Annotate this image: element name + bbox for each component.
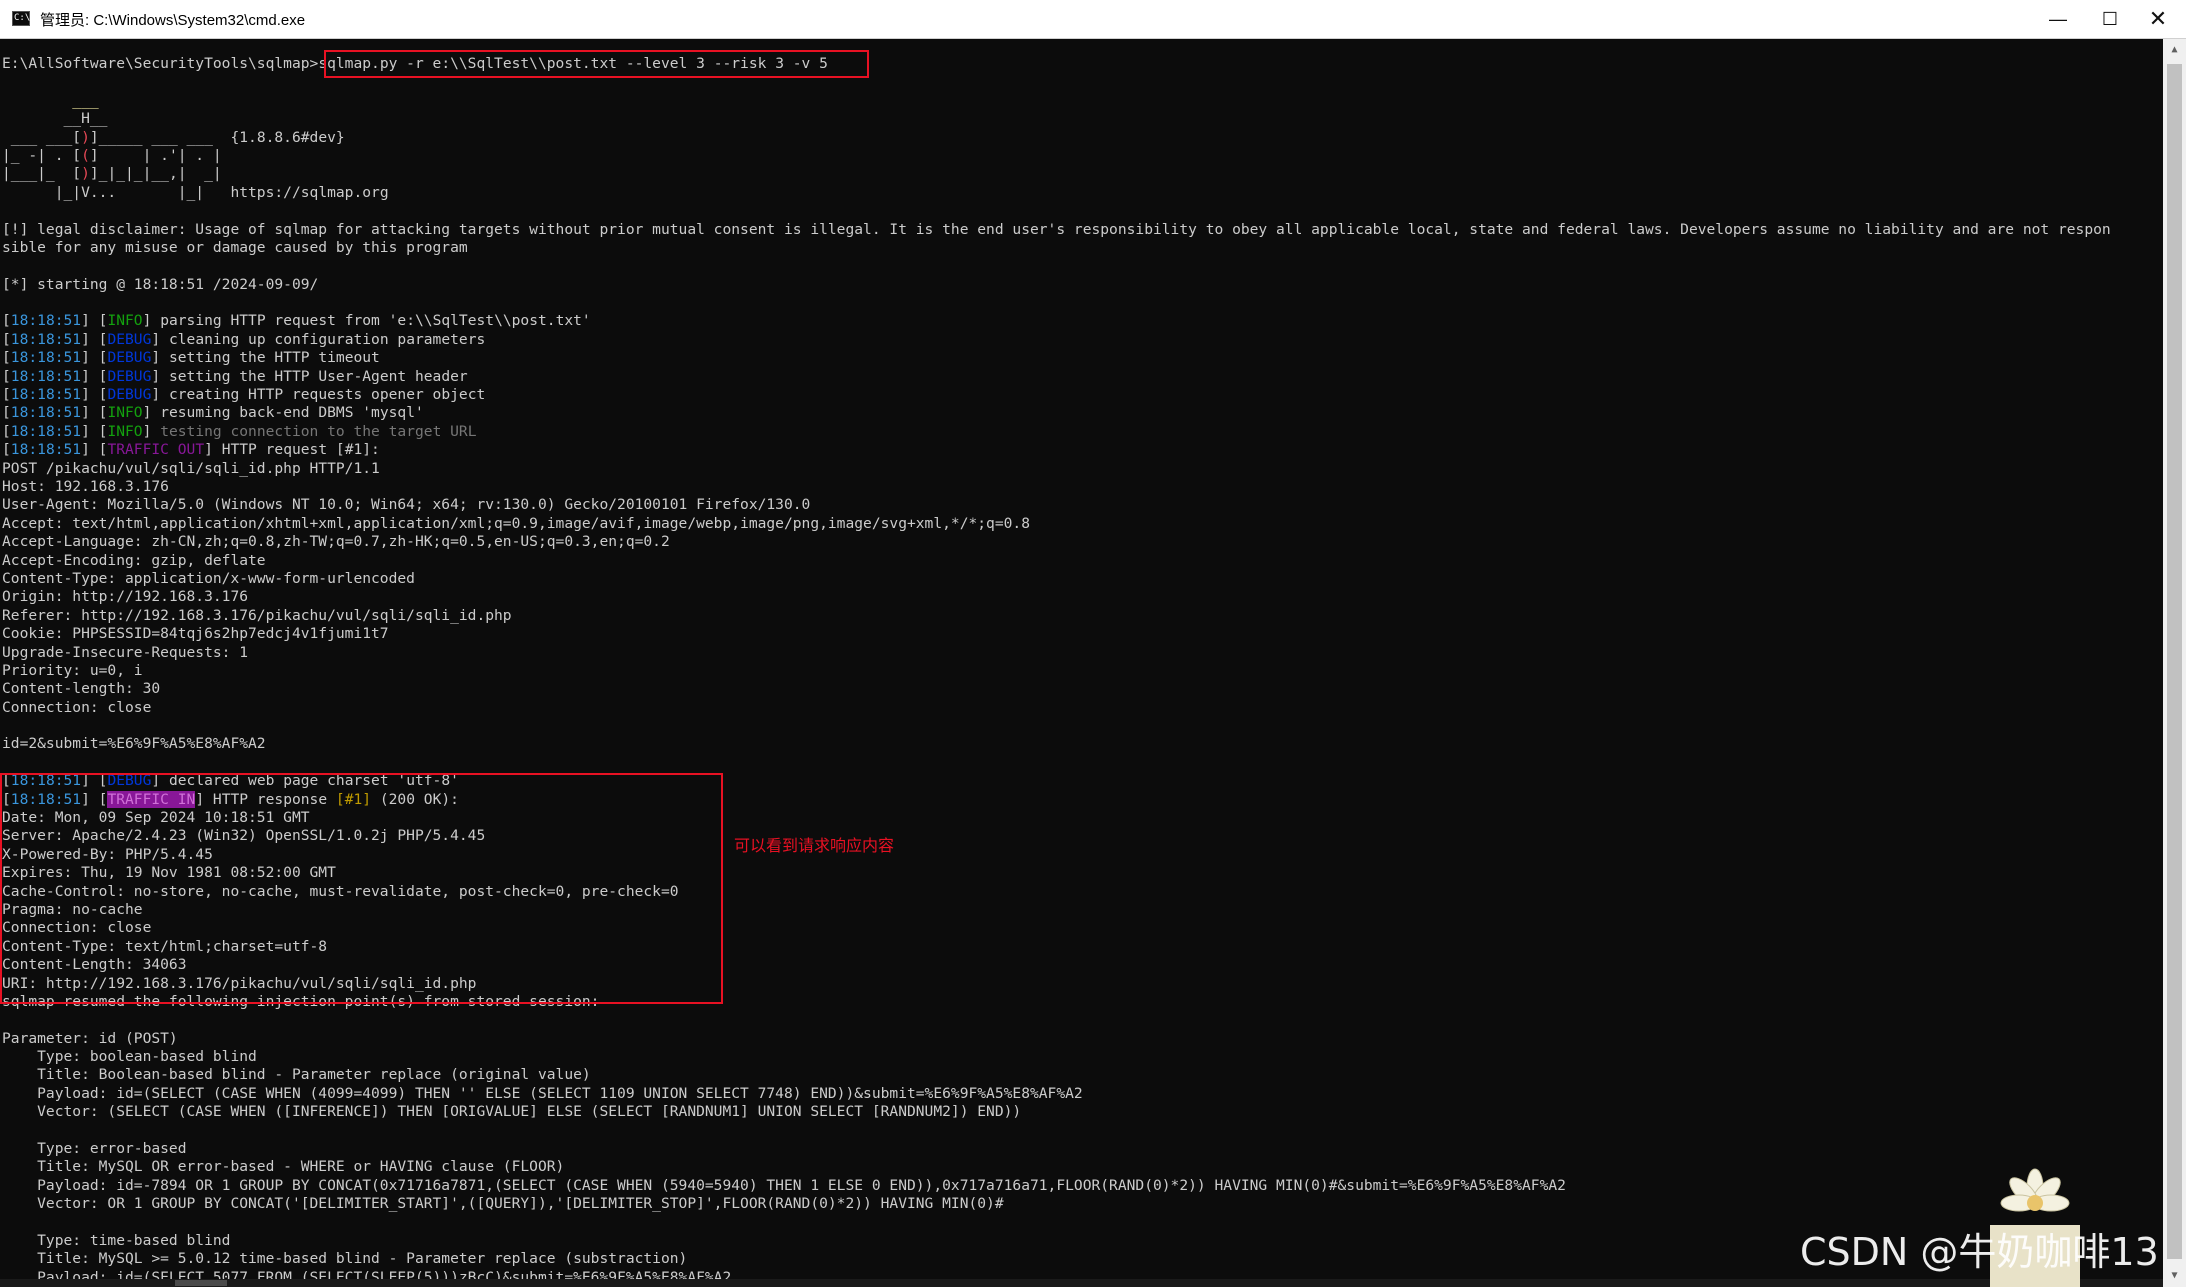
log-message: resuming back-end DBMS 'mysql' xyxy=(151,404,424,422)
log-level: DEBUG xyxy=(107,330,152,348)
request-line: Content-Type: application/x-www-form-url… xyxy=(2,569,415,587)
request-line xyxy=(2,754,2111,772)
log-message: setting the HTTP timeout xyxy=(160,349,380,367)
scroll-down-arrow-icon[interactable]: ▼ xyxy=(2163,1265,2186,1287)
cmd-icon: C:\ xyxy=(12,11,30,26)
request-line: User-Agent: Mozilla/5.0 (Windows NT 10.0… xyxy=(2,496,811,514)
log-timestamp: 18:18:51 xyxy=(10,422,82,440)
minimize-button[interactable]: — xyxy=(2030,0,2086,38)
scroll-up-arrow-icon[interactable]: ▲ xyxy=(2163,39,2186,61)
injection-line: Title: MySQL OR error-based - WHERE or H… xyxy=(2,1158,565,1176)
injection-line: Parameter: id (POST) xyxy=(2,1029,178,1047)
command-line: E:\AllSoftware\SecurityTools\sqlmap>sqlm… xyxy=(2,55,2111,73)
log-message: setting the HTTP User-Agent header xyxy=(160,367,468,385)
request-line: Origin: http://192.168.3.176 xyxy=(2,588,249,606)
banner-url: https://sqlmap.org xyxy=(230,183,389,201)
log-message: cleaning up configuration parameters xyxy=(160,330,486,348)
request-line: Content-length: 30 xyxy=(2,680,161,698)
log-line: [18:18:51] [DEBUG] setting the HTTP User… xyxy=(2,367,468,385)
close-button[interactable]: ✕ xyxy=(2130,0,2186,38)
log-line: [18:18:51] [DEBUG] cleaning up configura… xyxy=(2,330,486,348)
injection-line: Type: error-based xyxy=(2,1140,187,1158)
horizontal-scrollbar[interactable] xyxy=(0,1279,2163,1287)
request-line: Referer: http://192.168.3.176/pikachu/vu… xyxy=(2,606,512,624)
log-line: [18:18:51] [TRAFFIC OUT] HTTP request [#… xyxy=(2,441,380,459)
banner-version: {1.8.8.6#dev} xyxy=(230,128,345,146)
terminal-output[interactable]: E:\AllSoftware\SecurityTools\sqlmap>sqlm… xyxy=(0,39,2163,1287)
log-line: [18:18:51] [INFO] testing connection to … xyxy=(2,422,477,440)
request-line: Accept-Encoding: gzip, deflate xyxy=(2,551,266,569)
prompt: E:\AllSoftware\SecurityTools\sqlmap> xyxy=(2,55,319,72)
log-line: [18:18:51] [INFO] parsing HTTP request f… xyxy=(2,312,591,330)
log-timestamp: 18:18:51 xyxy=(10,349,82,367)
injection-line: Type: boolean-based blind xyxy=(2,1048,257,1066)
log-timestamp: 18:18:51 xyxy=(10,441,82,459)
log-line: [18:18:51] [DEBUG] setting the HTTP time… xyxy=(2,349,380,367)
horizontal-scrollbar-thumb[interactable] xyxy=(175,1280,227,1286)
log-timestamp: 18:18:51 xyxy=(10,312,82,330)
request-line xyxy=(2,717,2111,735)
log-line: [18:18:51] [DEBUG] creating HTTP request… xyxy=(2,386,486,404)
log-message: parsing HTTP request from 'e:\\SqlTest\\… xyxy=(151,312,591,330)
request-line: Connection: close xyxy=(2,698,152,716)
log-block: [18:18:51] [INFO] parsing HTTP request f… xyxy=(2,312,2111,459)
window-titlebar[interactable]: C:\ 管理员: C:\Windows\System32\cmd.exe — ☐… xyxy=(0,0,2186,39)
log-level: INFO xyxy=(107,404,143,422)
log-level: INFO xyxy=(107,422,143,440)
log-line: [18:18:51] [INFO] resuming back-end DBMS… xyxy=(2,404,424,422)
http-request-block: POST /pikachu/vul/sqli/sqli_id.php HTTP/… xyxy=(2,460,2111,773)
scrollbar-thumb[interactable] xyxy=(2167,64,2182,1259)
disclaimer-line: sible for any misuse or damage caused by… xyxy=(2,238,468,256)
command-highlight-box xyxy=(324,50,869,78)
log-level: DEBUG xyxy=(107,386,152,404)
csdn-watermark: CSDN @牛奶咖啡13 xyxy=(1800,1230,2159,1274)
request-line: id=2&submit=%E6%9F%A5%E8%AF%A2 xyxy=(2,735,266,753)
request-line: Accept-Language: zh-CN,zh;q=0.8,zh-TW;q=… xyxy=(2,533,670,551)
log-level: TRAFFIC OUT xyxy=(107,441,205,459)
injection-line: Vector: OR 1 GROUP BY CONCAT('[DELIMITER… xyxy=(2,1195,1004,1213)
log-level: INFO xyxy=(107,312,143,330)
injection-line: Vector: (SELECT (CASE WHEN ([INFERENCE])… xyxy=(2,1103,1022,1121)
injection-line: Title: Boolean-based blind - Parameter r… xyxy=(2,1066,591,1084)
log-timestamp: 18:18:51 xyxy=(10,386,82,404)
request-line: Accept: text/html,application/xhtml+xml,… xyxy=(2,514,1030,532)
injection-line: Title: MySQL >= 5.0.12 time-based blind … xyxy=(2,1250,688,1268)
starting-line: [*] starting @ 18:18:51 /2024-09-09/ xyxy=(2,275,319,293)
log-message: testing connection to the target URL xyxy=(151,422,477,440)
log-timestamp: 18:18:51 xyxy=(10,330,82,348)
window-title: 管理员: C:\Windows\System32\cmd.exe xyxy=(40,12,306,29)
response-line xyxy=(2,1011,2111,1029)
disclaimer-line: [!] legal disclaimer: Usage of sqlmap fo… xyxy=(2,220,2111,238)
annotation-label: 可以看到请求响应内容 xyxy=(734,836,895,855)
request-line: Priority: u=0, i xyxy=(2,661,143,679)
response-highlight-box xyxy=(0,773,723,1004)
injection-line: Payload: id=(SELECT (CASE WHEN (4099=409… xyxy=(2,1084,1083,1102)
log-message: creating HTTP requests opener object xyxy=(160,386,486,404)
log-message: HTTP request [#1]: xyxy=(212,441,380,459)
request-line: Upgrade-Insecure-Requests: 1 xyxy=(2,643,249,661)
request-line: Cookie: PHPSESSID=84tqj6s2hp7edcj4v1fjum… xyxy=(2,625,389,643)
injection-point-block: Parameter: id (POST) Type: boolean-based… xyxy=(2,1030,2111,1287)
injection-line: Payload: id=-7894 OR 1 GROUP BY CONCAT(0… xyxy=(2,1176,1566,1194)
log-timestamp: 18:18:51 xyxy=(10,367,82,385)
log-timestamp: 18:18:51 xyxy=(10,404,82,422)
request-line: Host: 192.168.3.176 xyxy=(2,477,169,495)
request-line: POST /pikachu/vul/sqli/sqli_id.php HTTP/… xyxy=(2,459,380,477)
log-level: DEBUG xyxy=(107,349,152,367)
injection-line xyxy=(2,1122,2111,1140)
injection-line: Type: time-based blind xyxy=(2,1232,231,1249)
injection-line xyxy=(2,1214,2111,1232)
vertical-scrollbar[interactable]: ▲ ▼ xyxy=(2163,39,2186,1287)
log-level: DEBUG xyxy=(107,367,152,385)
